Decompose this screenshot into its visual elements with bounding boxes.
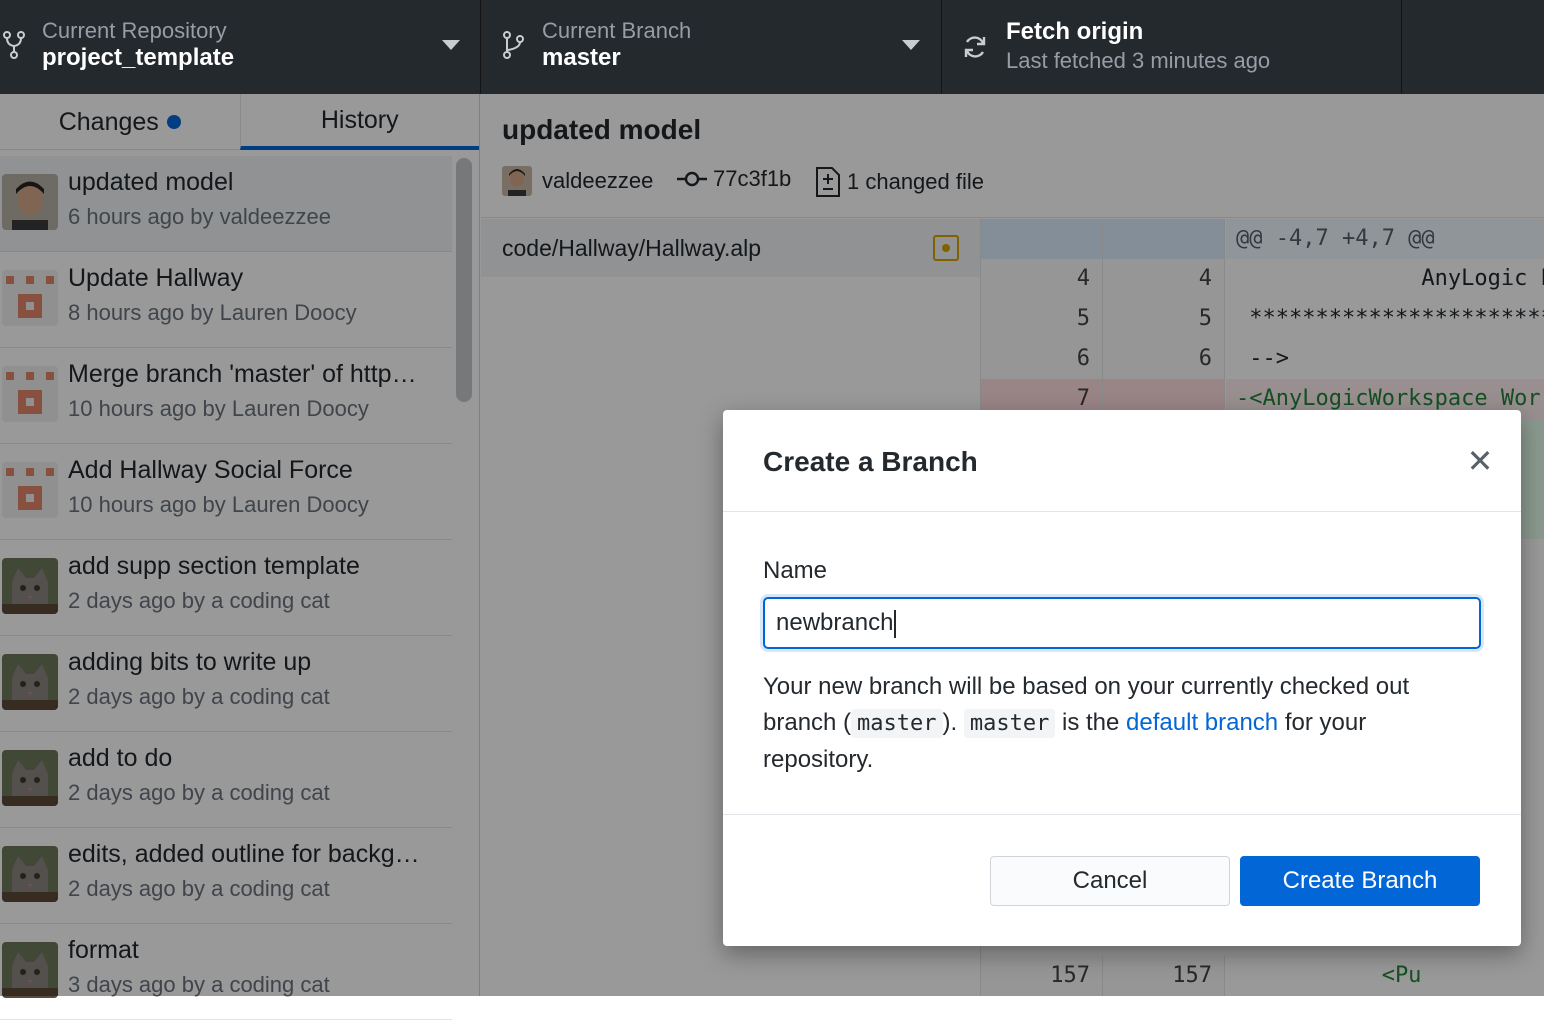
fetch-subtitle: Last fetched 3 minutes ago — [1006, 48, 1271, 73]
name-label: Name — [763, 557, 828, 584]
chevron-down-icon — [442, 40, 460, 50]
branch-ref: master — [851, 709, 943, 738]
create-branch-button[interactable]: Create Branch — [1240, 856, 1480, 906]
branch-icon — [503, 31, 524, 59]
fetch-origin-button[interactable]: Fetch origin Last fetched 3 minutes ago — [942, 0, 1402, 94]
cancel-button[interactable]: Cancel — [990, 856, 1230, 906]
repo-icon — [3, 31, 25, 59]
dialog-header: Create a Branch ✕ — [723, 410, 1521, 512]
branch-label: Current Branch — [542, 18, 692, 43]
close-icon[interactable]: ✕ — [1465, 445, 1495, 477]
repository-name: project_template — [42, 44, 235, 71]
description-text: is the — [1055, 709, 1127, 736]
repository-selector[interactable]: Current Repository project_template — [0, 0, 481, 94]
default-branch-link[interactable]: default branch — [1126, 709, 1278, 736]
sync-icon — [964, 36, 986, 58]
text-caret — [894, 609, 897, 638]
branch-ref: master — [963, 709, 1056, 738]
repository-label: Current Repository — [42, 18, 227, 43]
branch-name: master — [542, 44, 621, 71]
description-text: ). — [942, 709, 964, 736]
branch-name-value: newbranch — [776, 609, 894, 636]
branch-description: Your new branch will be based on your cu… — [763, 669, 1483, 778]
branch-selector[interactable]: Current Branch master — [481, 0, 942, 94]
create-branch-dialog: Create a Branch ✕ Name newbranch Your ne… — [723, 410, 1521, 946]
dialog-body: Name newbranch Your new branch will be b… — [723, 513, 1521, 815]
branch-name-input[interactable]: newbranch — [763, 597, 1481, 649]
toolbar: Current Repository project_template Curr… — [0, 0, 1544, 94]
dialog-title: Create a Branch — [763, 446, 978, 477]
chevron-down-icon — [902, 40, 920, 50]
fetch-title: Fetch origin — [1006, 18, 1144, 45]
